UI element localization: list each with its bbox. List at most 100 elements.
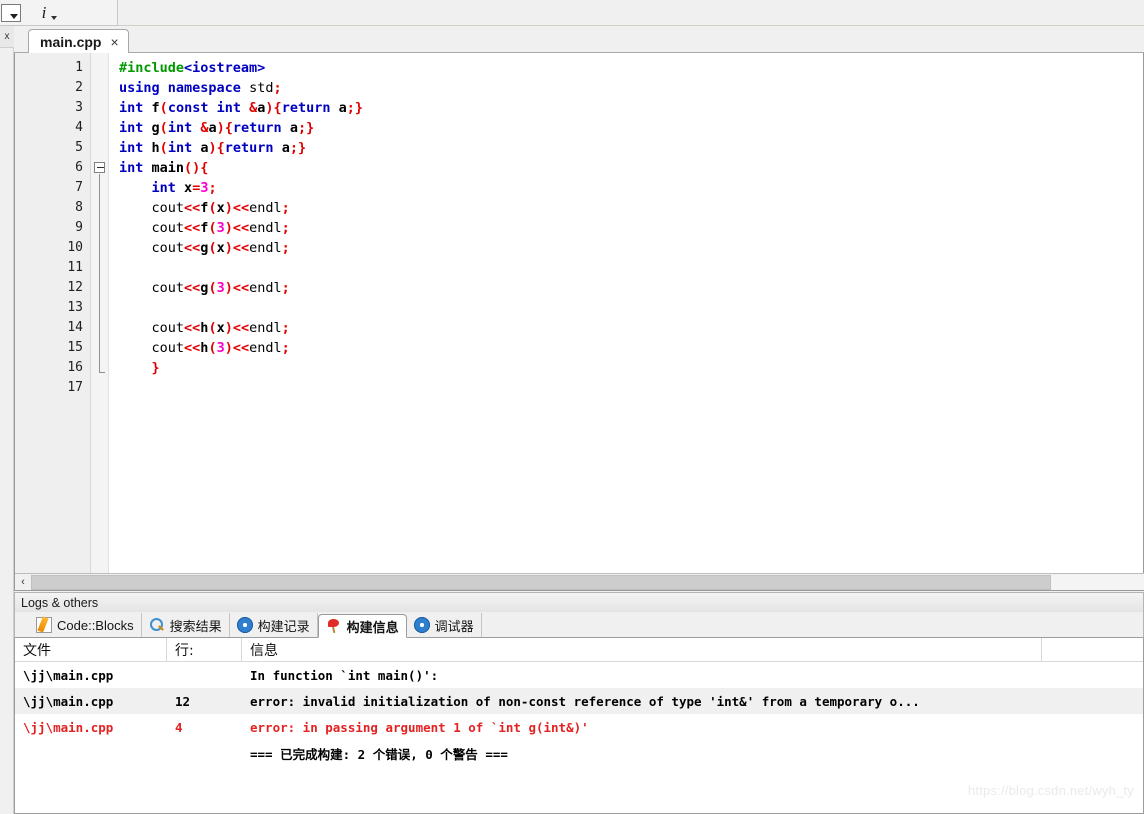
column-header-file[interactable]: 文件 [15, 638, 167, 661]
code-text-area[interactable]: #include<iostream> using namespace std; in… [109, 53, 1143, 590]
left-dock-panel[interactable]: x [0, 26, 14, 814]
code-line[interactable]: int h(int a){return a;} [119, 138, 1143, 158]
editor-horizontal-scrollbar[interactable]: ‹ [15, 573, 1144, 590]
code-token: return [232, 120, 282, 136]
code-token: #include [119, 60, 185, 76]
line-number: 3 [75, 100, 83, 115]
code-token: cout [119, 320, 185, 336]
logs-tab-1[interactable]: 搜索结果 [142, 613, 230, 637]
code-line[interactable] [119, 298, 1143, 318]
code-token: cout [119, 340, 185, 356]
code-token: << [232, 220, 250, 236]
code-line[interactable] [119, 378, 1143, 398]
logs-tab-3[interactable]: 构建信息 [317, 614, 407, 638]
toolbar-group: i [0, 0, 118, 26]
code-line[interactable]: using namespace std; [119, 78, 1143, 98]
code-line[interactable]: cout<<h(x)<<endl; [119, 318, 1143, 338]
column-header-message[interactable]: 信息 [242, 638, 1042, 661]
line-number: 13 [67, 300, 83, 315]
code-token: return [281, 100, 331, 116]
fold-toggle-icon[interactable] [94, 162, 105, 173]
logs-tab-label: 调试器 [434, 618, 474, 634]
code-line[interactable]: cout<<f(3)<<endl; [119, 218, 1143, 238]
line-number: 7 [75, 180, 83, 195]
close-icon[interactable]: × [110, 35, 118, 49]
logs-tab-0[interactable]: Code::Blocks [29, 613, 142, 637]
line-number-gutter: 1 2 3 4 5 6 7 8 9 10 11 12 13 14 15 16 17 [15, 53, 91, 590]
table-row[interactable]: \jj\main.cpp 4 error: in passing argument … [15, 714, 1143, 740]
code-token: { [273, 100, 282, 116]
code-token: std [240, 80, 274, 96]
info-icon-glyph: i [41, 2, 47, 22]
line-number: 16 [67, 360, 83, 375]
code-token: endl [249, 220, 282, 236]
code-token: ( [208, 320, 217, 336]
code-token: ) [265, 100, 274, 116]
code-token: ;} [346, 100, 364, 116]
line-number: 17 [67, 380, 83, 395]
code-token: ; [281, 320, 290, 336]
code-token: (){ [184, 160, 209, 176]
line-number: 14 [67, 320, 83, 335]
code-token: ; [281, 200, 290, 216]
code-token: << [184, 280, 201, 296]
code-token: << [232, 340, 250, 356]
code-token: x [184, 180, 193, 196]
logs-tabbar: Code::Blocks 搜索结果 构建记录 构建信息 调试器 [14, 612, 1144, 638]
line-number: 2 [75, 80, 83, 95]
logs-tab-4[interactable]: 调试器 [407, 613, 482, 637]
scrollbar-thumb[interactable] [31, 574, 1051, 590]
code-line[interactable]: cout<<h(3)<<endl; [119, 338, 1143, 358]
code-token: ( [208, 340, 217, 356]
column-header-line[interactable]: 行: [167, 638, 242, 661]
code-token: a [338, 100, 347, 116]
code-line[interactable]: int main(){ [119, 158, 1143, 178]
info-icon[interactable]: i [29, 1, 59, 25]
scroll-left-icon[interactable]: ‹ [15, 575, 31, 590]
cell-message: In function `int main()': [250, 667, 439, 683]
code-token: cout [119, 280, 185, 296]
toolbar-combobox[interactable] [1, 3, 21, 22]
code-token: ( [159, 100, 168, 116]
code-line[interactable] [119, 258, 1143, 278]
editor-tab-main-cpp[interactable]: main.cpp × [28, 29, 129, 53]
code-token: } [151, 360, 160, 376]
code-line[interactable]: int g(int &a){return a;} [119, 118, 1143, 138]
code-line[interactable]: } [119, 358, 1143, 378]
editor-tabbar: main.cpp × [14, 26, 1144, 53]
line-number: 5 [75, 140, 83, 155]
code-line[interactable]: cout<<g(3)<<endl; [119, 278, 1143, 298]
magnifier-icon [149, 617, 165, 633]
code-line[interactable]: int f(const int &a){return a;} [119, 98, 1143, 118]
code-token: << [184, 220, 201, 236]
editor-body[interactable]: 1 2 3 4 5 6 7 8 9 10 11 12 13 14 15 16 17 #include<iostr… [14, 53, 1144, 591]
line-number: 10 [67, 240, 83, 255]
line-number: 15 [67, 340, 83, 355]
build-messages-table[interactable]: 文件 行: 信息 \jj\main.cpp In function `int ma… [14, 638, 1144, 814]
code-line[interactable]: cout<<f(x)<<endl; [119, 198, 1143, 218]
code-line[interactable]: cout<<g(x)<<endl; [119, 238, 1143, 258]
code-token: int [119, 160, 144, 176]
code-token: ; [273, 80, 282, 96]
scrollbar-track[interactable] [31, 574, 1144, 590]
logs-tab-label: 构建记录 [257, 618, 310, 634]
logs-tab-2[interactable]: 构建记录 [230, 613, 318, 637]
code-token: int [167, 140, 193, 156]
code-token: using [119, 80, 160, 96]
code-token: g [151, 120, 160, 136]
table-row[interactable]: === 已完成构建: 2 个错误, 0 个警告 === [15, 740, 1143, 766]
dock-close-icon[interactable]: x [0, 26, 14, 48]
code-line[interactable]: #include<iostream> [119, 58, 1143, 78]
line-number: 1 [75, 60, 83, 75]
table-row[interactable]: \jj\main.cpp In function `int main()': [15, 662, 1143, 688]
code-token: << [184, 340, 201, 356]
code-folding-column[interactable] [91, 53, 109, 590]
code-line[interactable]: int x=3; [119, 178, 1143, 198]
code-token: int [119, 120, 144, 136]
code-token: ; [281, 280, 290, 296]
table-row[interactable]: \jj\main.cpp 12 error: invalid initializat… [15, 688, 1143, 714]
chevron-down-icon[interactable] [51, 15, 57, 20]
